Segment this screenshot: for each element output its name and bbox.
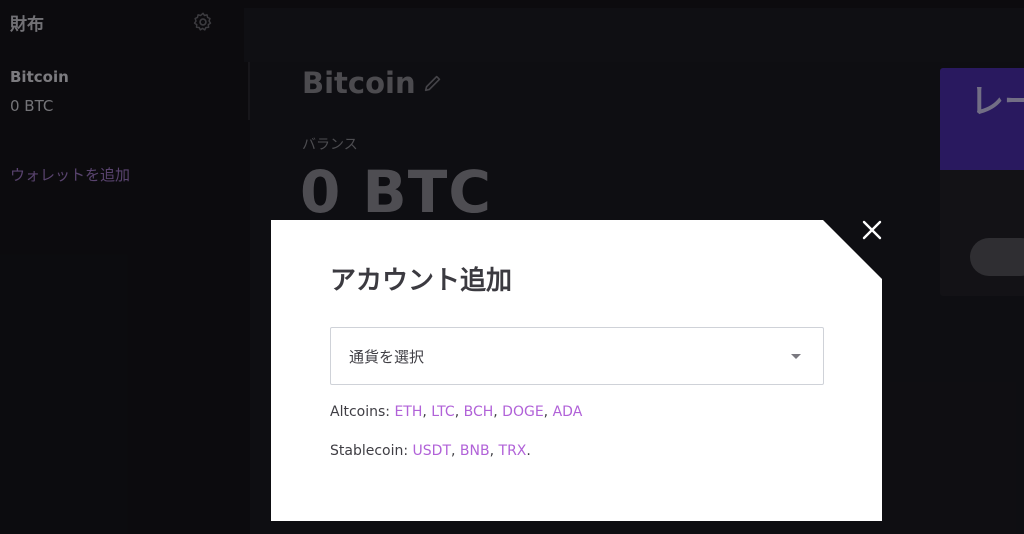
coin-link-trx[interactable]: TRX — [499, 443, 527, 459]
currency-select[interactable]: 通貨を選択 — [330, 327, 824, 385]
modal-title: アカウント追加 — [330, 266, 513, 296]
coin-link-usdt[interactable]: USDT — [413, 443, 451, 459]
coin-link-bch[interactable]: BCH — [464, 404, 494, 420]
currency-select-placeholder: 通貨を選択 — [349, 348, 425, 366]
coin-link-ltc[interactable]: LTC — [431, 404, 454, 420]
stablecoin-line: Stablecoin: USDT, BNB, TRX. — [330, 443, 531, 459]
altcoins-label: Altcoins: — [330, 404, 395, 420]
coin-link-bnb[interactable]: BNB — [460, 443, 490, 459]
close-icon[interactable] — [858, 216, 886, 244]
coin-link-ada[interactable]: ADA — [553, 404, 583, 420]
altcoins-line: Altcoins: ETH, LTC, BCH, DOGE, ADA — [330, 404, 583, 420]
chevron-down-icon — [791, 354, 801, 359]
coin-link-doge[interactable]: DOGE — [502, 404, 544, 420]
add-account-modal: アカウント追加 通貨を選択 Altcoins: ETH, LTC, BCH, D… — [271, 220, 882, 521]
stablecoin-label: Stablecoin: — [330, 443, 413, 459]
coin-link-eth[interactable]: ETH — [394, 404, 422, 420]
